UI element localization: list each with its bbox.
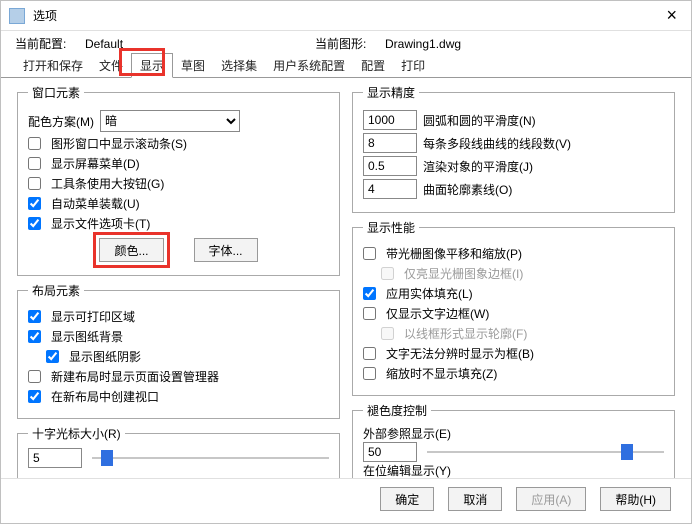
current-profile-value: Default bbox=[85, 37, 123, 51]
render-smooth-input[interactable] bbox=[363, 156, 417, 176]
cb-file-tabs[interactable] bbox=[28, 217, 41, 230]
colors-button[interactable]: 颜色... bbox=[99, 238, 163, 262]
color-scheme-label: 配色方案(M) bbox=[28, 113, 94, 130]
cb-screen-menu[interactable] bbox=[28, 157, 41, 170]
group-layout-elements: 布局元素 显示可打印区域 显示图纸背景 显示图纸阴影 新建布局时显示页面设置管理… bbox=[17, 282, 340, 419]
app-icon bbox=[9, 8, 25, 24]
group-crosshair: 十字光标大小(R) bbox=[17, 425, 340, 478]
titlebar: 选项 × bbox=[1, 1, 691, 31]
group-window-elements: 窗口元素 配色方案(M) 暗 图形窗口中显示滚动条(S) 显示屏幕菜单(D) 工… bbox=[17, 84, 340, 276]
cb-printable-area[interactable] bbox=[28, 310, 41, 323]
tab-user-sys[interactable]: 用户系统配置 bbox=[265, 54, 353, 77]
group-display-precision: 显示精度 圆弧和圆的平滑度(N) 每条多段线曲线的线段数(V) 渲染对象的平滑度… bbox=[352, 84, 675, 213]
cb-viewport-new[interactable] bbox=[28, 390, 41, 403]
cb-pan-zoom-raster[interactable] bbox=[363, 247, 376, 260]
apply-button[interactable]: 应用(A) bbox=[516, 487, 586, 511]
cb-scrollbars[interactable] bbox=[28, 137, 41, 150]
tab-strip: 打开和保存 文件 显示 草图 选择集 用户系统配置 配置 打印 bbox=[1, 54, 691, 78]
cb-text-frame-only[interactable] bbox=[363, 307, 376, 320]
current-profile-label: 当前配置: bbox=[15, 35, 85, 52]
legend-fade-control: 褪色度控制 bbox=[363, 402, 431, 419]
arc-smooth-input[interactable] bbox=[363, 110, 417, 130]
polyline-segments-input[interactable] bbox=[363, 133, 417, 153]
tab-config[interactable]: 配置 bbox=[353, 54, 393, 77]
group-display-performance: 显示性能 带光栅图像平移和缩放(P) 仅亮显光栅图象边框(I) 应用实体填充(L… bbox=[352, 219, 675, 396]
group-fade-control: 褪色度控制 外部参照显示(E) 在位编辑显示(Y) bbox=[352, 402, 675, 478]
cb-wireframe-silhouette bbox=[381, 327, 394, 340]
crosshair-value[interactable] bbox=[28, 448, 82, 468]
inplace-fade-label: 在位编辑显示(Y) bbox=[363, 462, 664, 478]
cb-auto-menu-load[interactable] bbox=[28, 197, 41, 210]
legend-display-precision: 显示精度 bbox=[363, 84, 419, 101]
tab-selection[interactable]: 选择集 bbox=[213, 54, 265, 77]
current-drawing-value: Drawing1.dwg bbox=[385, 37, 461, 51]
cb-cannot-distinguish-text[interactable] bbox=[363, 347, 376, 360]
xref-fade-input[interactable] bbox=[363, 442, 417, 462]
fonts-button[interactable]: 字体... bbox=[194, 238, 258, 262]
dialog-buttons: 确定 取消 应用(A) 帮助(H) bbox=[1, 478, 691, 523]
crosshair-slider[interactable] bbox=[92, 448, 329, 468]
current-drawing-label: 当前图形: bbox=[315, 35, 385, 52]
options-dialog: 选项 × 当前配置: Default 当前图形: Drawing1.dwg 打开… bbox=[0, 0, 692, 524]
xref-fade-label: 外部参照显示(E) bbox=[363, 425, 664, 442]
surface-contour-input[interactable] bbox=[363, 179, 417, 199]
legend-layout-elements: 布局元素 bbox=[28, 282, 84, 299]
tab-print[interactable]: 打印 bbox=[393, 54, 433, 77]
config-row: 当前配置: Default 当前图形: Drawing1.dwg bbox=[1, 31, 691, 54]
cb-page-setup-mgr[interactable] bbox=[28, 370, 41, 383]
tab-open-save[interactable]: 打开和保存 bbox=[15, 54, 91, 77]
legend-display-performance: 显示性能 bbox=[363, 219, 419, 236]
close-icon[interactable]: × bbox=[660, 5, 683, 26]
cb-paper-shadow[interactable] bbox=[46, 350, 59, 363]
window-title: 选项 bbox=[29, 7, 660, 24]
ok-button[interactable]: 确定 bbox=[380, 487, 434, 511]
tab-file[interactable]: 文件 bbox=[91, 54, 131, 77]
legend-window-elements: 窗口元素 bbox=[28, 84, 84, 101]
cb-paper-bg[interactable] bbox=[28, 330, 41, 343]
tab-display[interactable]: 显示 bbox=[131, 53, 173, 78]
cb-highlight-raster-frame bbox=[381, 267, 394, 280]
legend-crosshair: 十字光标大小(R) bbox=[28, 425, 125, 442]
xref-fade-slider[interactable] bbox=[427, 442, 664, 462]
cb-large-buttons[interactable] bbox=[28, 177, 41, 190]
cb-apply-solid-fill[interactable] bbox=[363, 287, 376, 300]
cb-no-fill-on-zoom[interactable] bbox=[363, 367, 376, 380]
tab-sketch[interactable]: 草图 bbox=[173, 54, 213, 77]
cancel-button[interactable]: 取消 bbox=[448, 487, 502, 511]
color-scheme-select[interactable]: 暗 bbox=[100, 110, 240, 132]
help-button[interactable]: 帮助(H) bbox=[600, 487, 671, 511]
